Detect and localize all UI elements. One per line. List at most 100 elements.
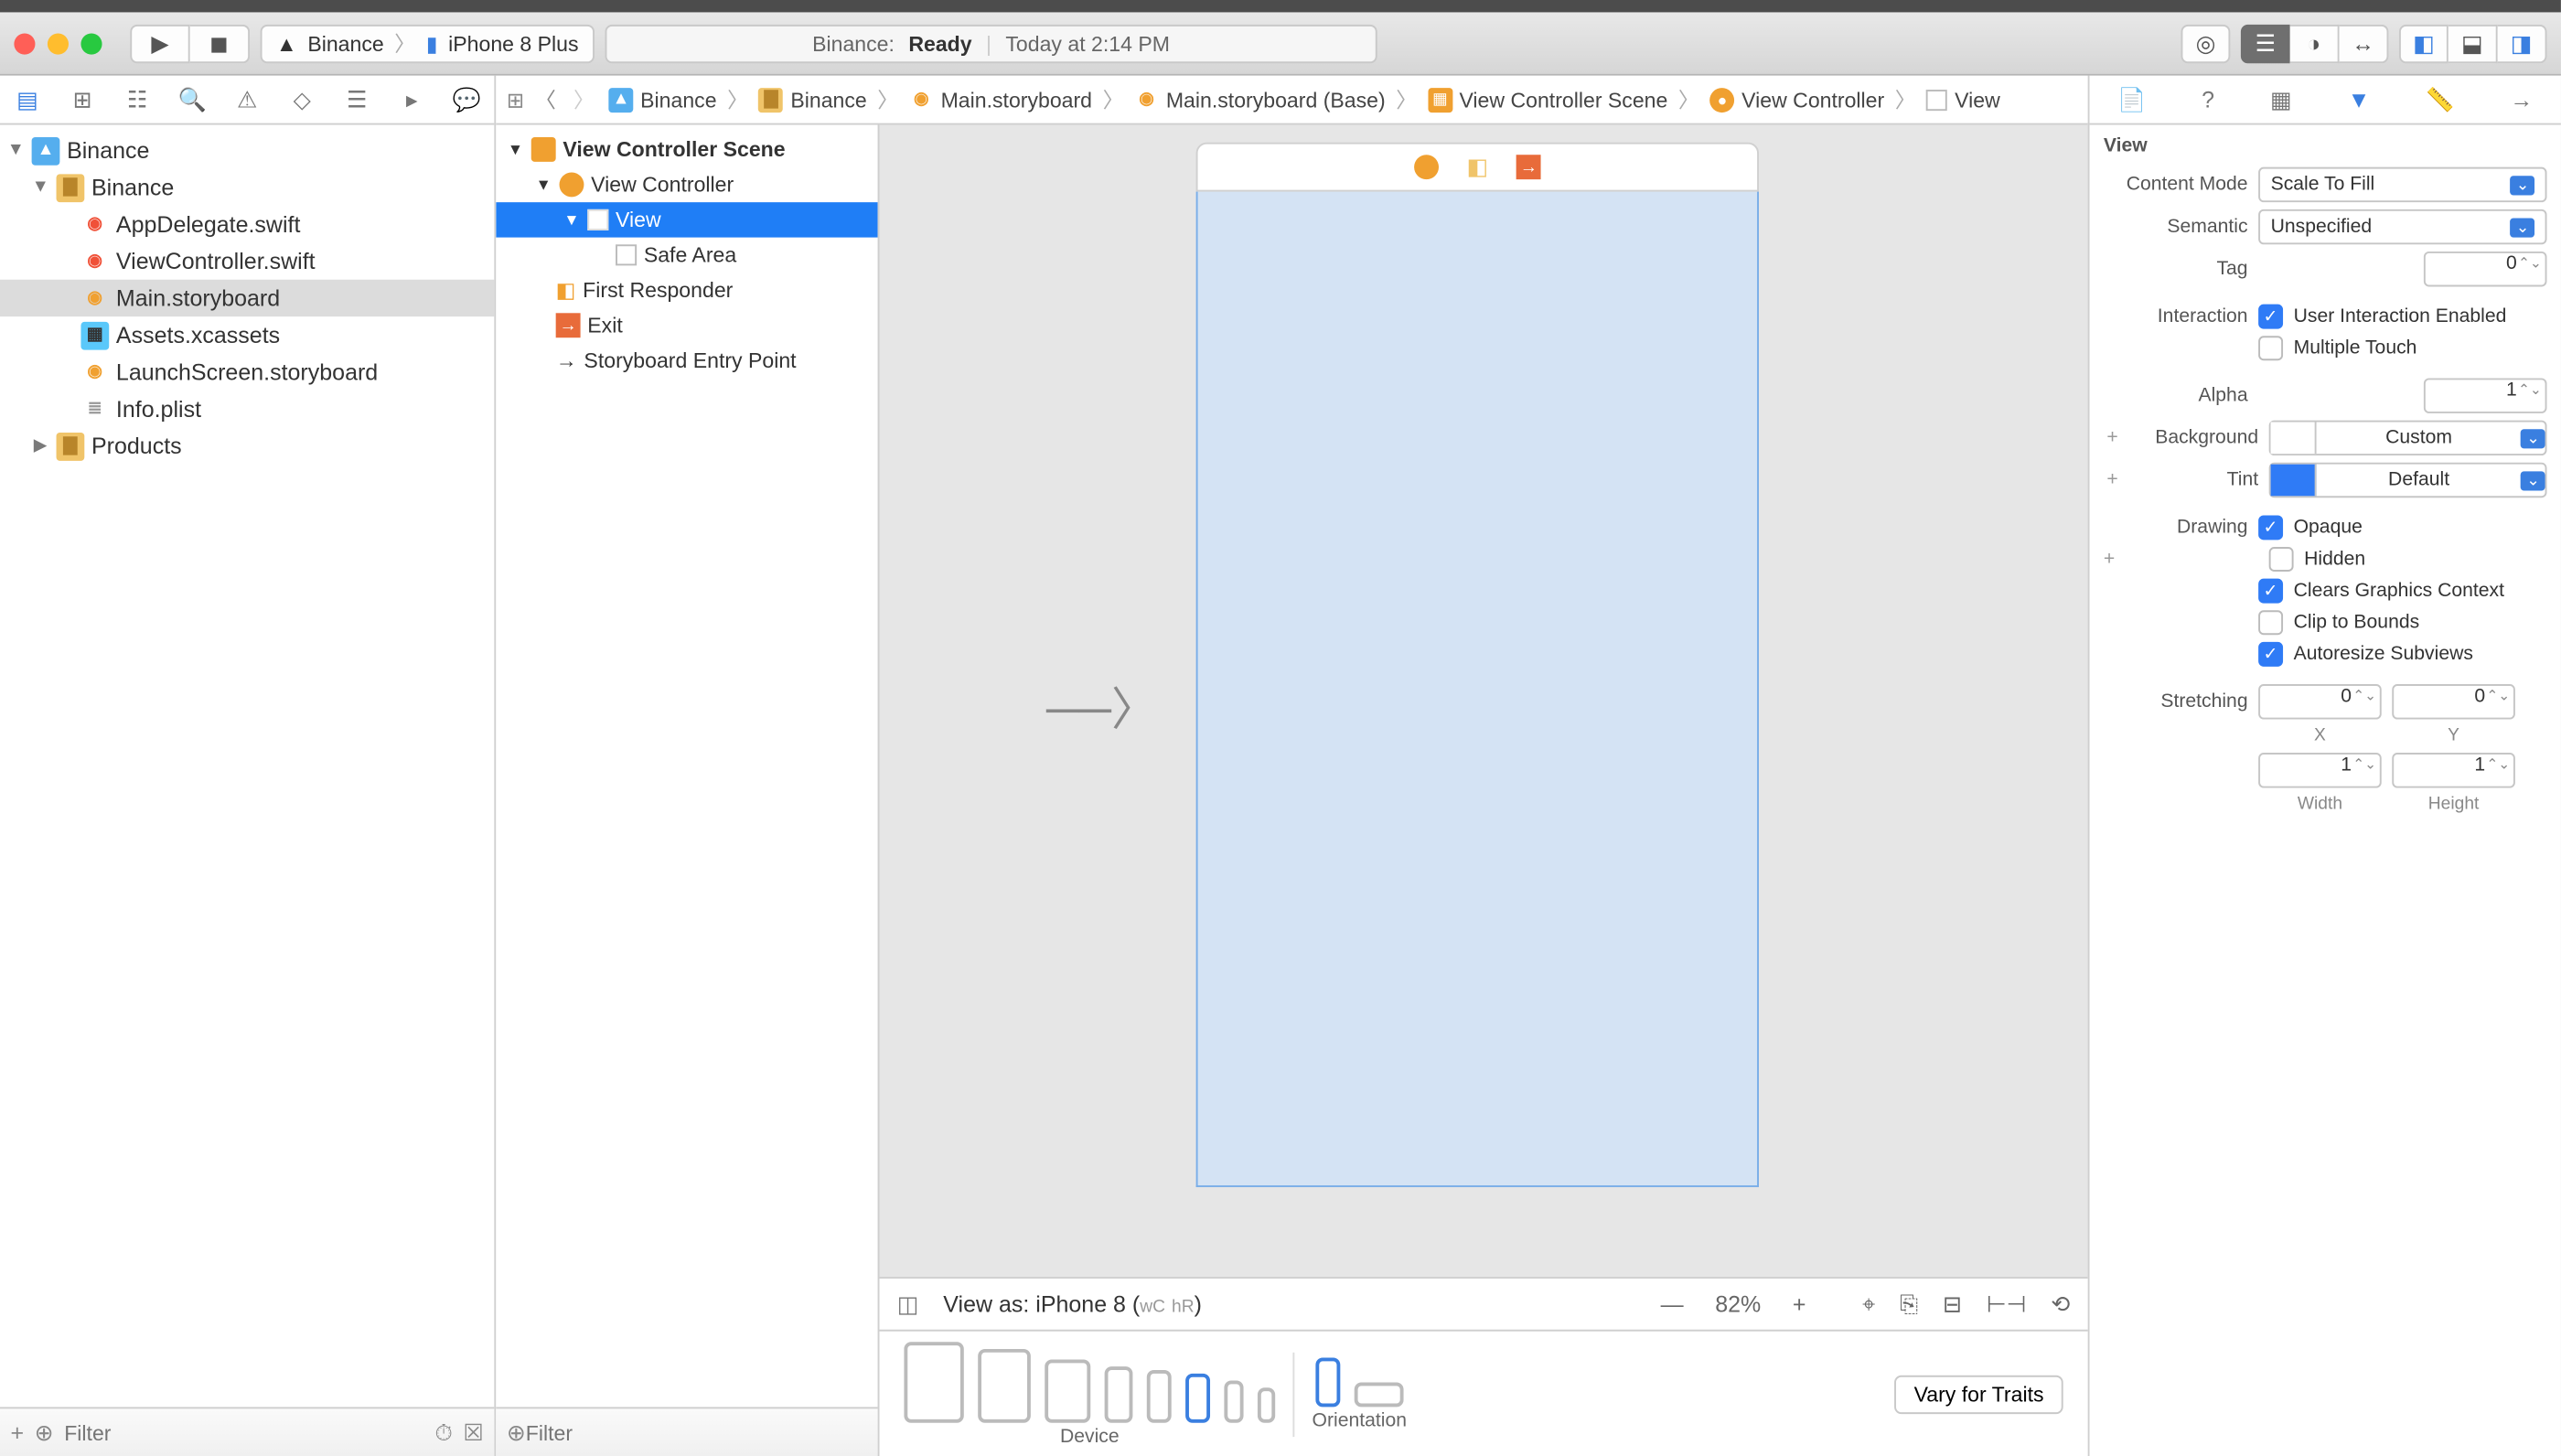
add-icon[interactable]: + <box>11 1419 25 1446</box>
crumb-0[interactable]: ▲Binance <box>605 87 721 112</box>
zoom-out-icon[interactable]: — <box>1661 1290 1684 1317</box>
clears-checkbox[interactable]: ✓ <box>2258 579 2283 604</box>
outline-filter-icon[interactable]: ⊕ <box>507 1419 526 1447</box>
find-nav-icon[interactable]: 🔍 <box>177 85 209 113</box>
resolve-icon[interactable]: ⊢⊣ <box>1987 1290 2027 1319</box>
hidden-checkbox[interactable] <box>2269 547 2294 572</box>
vary-for-traits-button[interactable]: Vary for Traits <box>1894 1375 2063 1413</box>
zoom-window[interactable] <box>80 33 102 54</box>
outline-viewcontroller[interactable]: ▼ View Controller <box>496 167 877 202</box>
project-root[interactable]: ▼▲ Binance <box>0 132 494 168</box>
crumb-2[interactable]: ◉Main.storyboard <box>905 87 1096 112</box>
file-launchscreen[interactable]: ◉LaunchScreen.storyboard <box>0 354 494 391</box>
test-nav-icon[interactable]: ◇ <box>286 85 318 113</box>
add-tint-icon[interactable]: + <box>2104 469 2121 490</box>
library-button[interactable]: ◎ <box>2181 24 2231 62</box>
align-icon[interactable]: ⎘ <box>1900 1290 1918 1319</box>
crumb-1[interactable]: ▇Binance <box>755 87 871 112</box>
view-as-label[interactable]: View as: iPhone 8 (wC hR) <box>943 1290 1202 1317</box>
attributes-inspector-icon[interactable]: ▼ <box>2348 86 2371 112</box>
device-chooser[interactable] <box>904 1341 1275 1421</box>
alpha-field[interactable]: 1 <box>2424 378 2547 412</box>
device-root-view[interactable] <box>1196 192 1759 1187</box>
tag-field[interactable]: 0 <box>2424 252 2547 286</box>
file-inspector-icon[interactable]: 📄 <box>2117 85 2146 113</box>
device-icon: ▮ <box>426 31 438 56</box>
crumb-4[interactable]: ▦View Controller Scene <box>1424 87 1671 112</box>
minimize-window[interactable] <box>48 33 69 54</box>
semantic-select[interactable]: Unspecified⌄ <box>2258 209 2546 244</box>
stretch-y-field[interactable]: 0 <box>2392 684 2515 719</box>
navigator: ▤ ⊞ ☷ 🔍 ⚠ ◇ ☰ ▸ 💬 ▼▲ Binance ▼▇ Binance <box>0 76 496 1456</box>
connections-inspector-icon[interactable]: → <box>2510 86 2533 112</box>
identity-inspector-icon[interactable]: ▦ <box>2270 85 2292 113</box>
zoom-in-icon[interactable]: + <box>1793 1290 1806 1317</box>
report-nav-icon[interactable]: 💬 <box>451 85 483 113</box>
assistant-editor[interactable]: ◑ <box>2290 24 2340 62</box>
file-assets[interactable]: ▦Assets.xcassets <box>0 316 494 353</box>
outline-filter-input[interactable] <box>526 1420 867 1445</box>
recent-icon[interactable]: ⏱ <box>434 1419 453 1447</box>
opaque-checkbox[interactable]: ✓ <box>2258 515 2283 540</box>
close-window[interactable] <box>14 33 35 54</box>
background-color-select[interactable]: Custom⌄ <box>2269 421 2547 455</box>
forward-icon[interactable]: 〉 <box>566 84 601 114</box>
file-appdelegate[interactable]: ◉AppDelegate.swift <box>0 206 494 242</box>
issue-nav-icon[interactable]: ⚠ <box>231 85 263 113</box>
outline-safearea[interactable]: Safe Area <box>496 238 877 273</box>
clip-checkbox[interactable] <box>2258 610 2283 635</box>
user-interaction-checkbox[interactable]: ✓ <box>2258 305 2283 329</box>
multiple-touch-checkbox[interactable] <box>2258 336 2283 360</box>
outline-exit[interactable]: → Exit <box>496 308 877 343</box>
stop-button[interactable]: ◼ <box>190 24 250 62</box>
breakpoint-nav-icon[interactable]: ▸ <box>396 85 428 113</box>
stretch-w-field[interactable]: 1 <box>2258 753 2382 787</box>
pin-icon[interactable]: ⊟ <box>1943 1290 1962 1319</box>
ib-canvas[interactable]: ──〉 ◧ → <box>880 125 2088 1278</box>
update-frames-icon[interactable]: ⟲ <box>2051 1290 2070 1319</box>
help-inspector-icon[interactable]: ? <box>2202 86 2214 112</box>
scheme-selector[interactable]: ▲ Binance 〉 ▮ iPhone 8 Plus <box>261 24 595 62</box>
symbol-nav-icon[interactable]: ☷ <box>122 85 154 113</box>
outline-firstresponder[interactable]: ◧ First Responder <box>496 273 877 307</box>
scene-header[interactable]: ◧ → <box>1196 143 1759 192</box>
scm-icon[interactable]: ☒ <box>463 1419 483 1447</box>
crumb-5[interactable]: ●View Controller <box>1707 87 1888 112</box>
crumb-6[interactable]: View <box>1923 87 2004 112</box>
toggle-debug[interactable]: ⬓ <box>2448 24 2498 62</box>
tint-label: Tint <box>2132 469 2258 490</box>
toggle-inspector[interactable]: ◨ <box>2498 24 2547 62</box>
embed-icon[interactable]: ⌖ <box>1862 1290 1875 1319</box>
navigator-filter-input[interactable] <box>64 1420 424 1445</box>
outline-scene[interactable]: ▼ View Controller Scene <box>496 132 877 166</box>
add-bg-icon[interactable]: + <box>2104 427 2121 448</box>
project-nav-icon[interactable]: ▤ <box>12 85 44 113</box>
related-items-icon[interactable]: ⊞ <box>507 87 524 112</box>
debug-nav-icon[interactable]: ☰ <box>341 85 373 113</box>
outline-toggle-icon[interactable]: ◫ <box>897 1290 919 1319</box>
outline-entrypoint[interactable]: → Storyboard Entry Point <box>496 343 877 378</box>
tint-color-select[interactable]: Default⌄ <box>2269 463 2547 498</box>
products-folder[interactable]: ▶▇ Products <box>0 427 494 464</box>
file-main-storyboard[interactable]: ◉Main.storyboard <box>0 280 494 316</box>
group-folder[interactable]: ▼▇ Binance <box>0 169 494 206</box>
version-editor[interactable]: ↔ <box>2340 24 2389 62</box>
add-drawing-icon[interactable]: + <box>2104 549 2121 570</box>
source-control-nav-icon[interactable]: ⊞ <box>67 85 99 113</box>
orientation-chooser[interactable] <box>1315 1357 1403 1407</box>
toggle-navigator[interactable]: ◧ <box>2399 24 2448 62</box>
stretch-h-field[interactable]: 1 <box>2392 753 2515 787</box>
stretch-x-field[interactable]: 0 <box>2258 684 2382 719</box>
file-viewcontroller[interactable]: ◉ViewController.swift <box>0 242 494 279</box>
scene[interactable]: ◧ → <box>1196 143 1759 1187</box>
standard-editor[interactable]: ☰ <box>2241 24 2290 62</box>
file-infoplist[interactable]: ≣Info.plist <box>0 391 494 427</box>
size-inspector-icon[interactable]: 📏 <box>2426 85 2454 113</box>
autoresize-checkbox[interactable]: ✓ <box>2258 642 2283 667</box>
filter-scope-icon[interactable]: ⊕ <box>35 1419 54 1447</box>
content-mode-select[interactable]: Scale To Fill⌄ <box>2258 167 2546 202</box>
crumb-3[interactable]: ◉Main.storyboard (Base) <box>1130 87 1388 112</box>
outline-view[interactable]: ▼ View <box>496 202 877 237</box>
run-button[interactable]: ▶ <box>130 24 189 62</box>
back-icon[interactable]: 〈 <box>528 84 563 114</box>
